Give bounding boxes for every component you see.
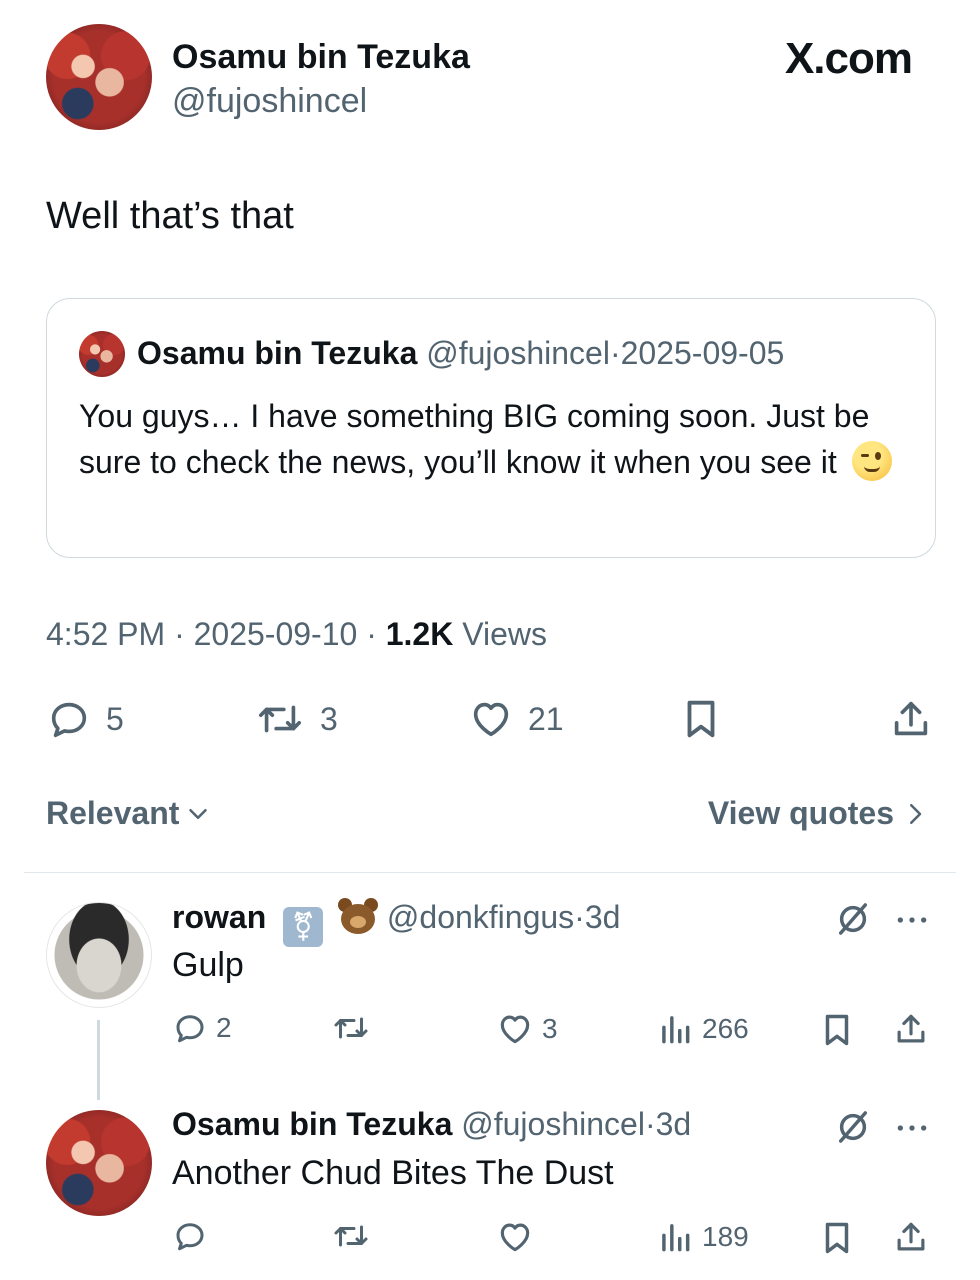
bookmark-icon bbox=[825, 1222, 849, 1254]
sort-relevant-dropdown[interactable]: Relevant bbox=[46, 795, 213, 832]
grok-icon bbox=[839, 1111, 867, 1143]
reply-icon bbox=[51, 702, 87, 738]
transgender-symbol-icon: ⚧ bbox=[283, 907, 324, 947]
share-button[interactable] bbox=[888, 696, 934, 742]
separator: · bbox=[644, 1106, 656, 1142]
analytics-icon bbox=[662, 1224, 690, 1252]
reply-author-handle[interactable]: @donkfingus bbox=[387, 899, 574, 935]
more-options-button[interactable] bbox=[892, 900, 932, 940]
quote-author-avatar bbox=[79, 331, 125, 377]
chevron-down-icon bbox=[189, 808, 208, 819]
reply-icon bbox=[176, 1015, 204, 1043]
retweet-button[interactable]: 3 bbox=[254, 696, 338, 742]
reply-retweet-button[interactable] bbox=[330, 1010, 372, 1046]
separator: · bbox=[574, 899, 585, 935]
separator: · bbox=[174, 616, 185, 652]
separator: · bbox=[366, 616, 377, 652]
relevant-label: Relevant bbox=[46, 795, 180, 831]
grok-button[interactable] bbox=[832, 1106, 874, 1148]
bookmark-icon bbox=[687, 700, 715, 738]
tweet-date: 2025-09-10 bbox=[193, 616, 358, 652]
view-quotes-link[interactable]: View quotes bbox=[708, 795, 930, 832]
like-count: 21 bbox=[528, 700, 564, 737]
reply-header: Osamu bin Tezuka @fujoshincel·3d bbox=[172, 1106, 691, 1143]
more-dots-icon bbox=[897, 1125, 927, 1131]
author-avatar[interactable] bbox=[46, 24, 152, 130]
heart-icon bbox=[473, 702, 509, 737]
reply-age: 3d bbox=[584, 899, 621, 935]
author-name[interactable]: Osamu bin Tezuka bbox=[172, 38, 470, 77]
reply-avatar[interactable] bbox=[46, 902, 152, 1008]
reply-views-count: 189 bbox=[702, 1221, 749, 1252]
quoted-tweet-card[interactable]: Osamu bin Tezuka @fujoshincel·2025-09-05… bbox=[46, 298, 936, 558]
reply-share-button[interactable] bbox=[892, 1010, 930, 1048]
reply-button[interactable]: 5 bbox=[46, 696, 124, 742]
reply-views-count: 266 bbox=[702, 1013, 749, 1044]
quote-date: 2025-09-05 bbox=[620, 335, 785, 371]
heart-icon bbox=[500, 1015, 530, 1044]
reply-bookmark-button[interactable] bbox=[818, 1218, 856, 1258]
analytics-icon bbox=[662, 1016, 690, 1044]
reply-views-button[interactable]: 266 bbox=[656, 1010, 749, 1048]
retweet-icon bbox=[259, 705, 301, 733]
tweet-time: 4:52 PM bbox=[46, 616, 166, 652]
reply-avatar[interactable] bbox=[46, 1110, 152, 1216]
reply-author-name[interactable]: Osamu bin Tezuka bbox=[172, 1106, 452, 1142]
reply-icon bbox=[176, 1223, 204, 1251]
reply-author-name[interactable]: rowan bbox=[172, 899, 266, 935]
reply-reply-button[interactable]: 2 bbox=[172, 1010, 232, 1046]
reply-bookmark-button[interactable] bbox=[818, 1010, 856, 1050]
reply-views-button[interactable]: 189 bbox=[656, 1218, 749, 1256]
retweet-count: 3 bbox=[320, 700, 338, 737]
reply-reply-count: 2 bbox=[216, 1012, 232, 1043]
reply-text: Another Chud Bites The Dust bbox=[172, 1154, 614, 1192]
separator: · bbox=[609, 335, 621, 371]
quote-header: Osamu bin Tezuka @fujoshincel·2025-09-05 bbox=[137, 335, 784, 372]
retweet-icon bbox=[334, 1225, 368, 1247]
reply-retweet-button[interactable] bbox=[330, 1218, 372, 1254]
winking-face-emoji-icon bbox=[851, 441, 892, 481]
share-icon bbox=[897, 1014, 925, 1043]
divider bbox=[24, 872, 956, 873]
like-button[interactable]: 21 bbox=[468, 696, 564, 742]
reply-like-count: 3 bbox=[542, 1013, 558, 1044]
reply-reply-button[interactable] bbox=[172, 1218, 208, 1254]
view-quotes-label: View quotes bbox=[707, 795, 894, 831]
quote-author-handle: @fujoshincel bbox=[426, 335, 610, 371]
quote-body: You guys… I have something BIG coming so… bbox=[79, 398, 870, 480]
quote-author-name: Osamu bin Tezuka bbox=[137, 335, 418, 371]
reply-author-handle[interactable]: @fujoshincel bbox=[461, 1106, 645, 1142]
heart-icon bbox=[500, 1223, 530, 1252]
more-dots-icon bbox=[897, 917, 927, 923]
grok-button[interactable] bbox=[832, 898, 874, 940]
bookmark-icon bbox=[825, 1014, 849, 1046]
reply-age: 3d bbox=[655, 1106, 692, 1142]
grok-icon bbox=[839, 903, 867, 935]
share-icon bbox=[897, 1222, 925, 1251]
reply-like-button[interactable] bbox=[496, 1218, 534, 1256]
reply-like-button[interactable]: 3 bbox=[496, 1010, 558, 1048]
author-handle[interactable]: @fujoshincel bbox=[172, 82, 367, 121]
thread-connector-line bbox=[97, 1020, 100, 1100]
retweet-icon bbox=[334, 1017, 368, 1039]
tweet-text: Well that’s that bbox=[46, 195, 294, 237]
bookmark-button[interactable] bbox=[678, 696, 724, 742]
reply-header: rowan ⚧ @donkfingus·3d bbox=[172, 898, 620, 947]
chevron-right-icon bbox=[910, 803, 922, 824]
reply-count: 5 bbox=[106, 700, 124, 737]
views-count: 1.2K bbox=[385, 616, 454, 652]
tweet-meta: 4:52 PM · 2025-09-10 · 1.2K Views bbox=[46, 616, 547, 653]
bear-face-icon bbox=[338, 898, 379, 934]
x-logo: X.com bbox=[784, 34, 913, 83]
share-icon bbox=[894, 701, 928, 736]
more-options-button[interactable] bbox=[892, 1108, 932, 1148]
quote-text: You guys… I have something BIG coming so… bbox=[79, 393, 909, 485]
reply-text: Gulp bbox=[172, 946, 244, 984]
reply-share-button[interactable] bbox=[892, 1218, 930, 1256]
views-label: Views bbox=[462, 616, 547, 652]
